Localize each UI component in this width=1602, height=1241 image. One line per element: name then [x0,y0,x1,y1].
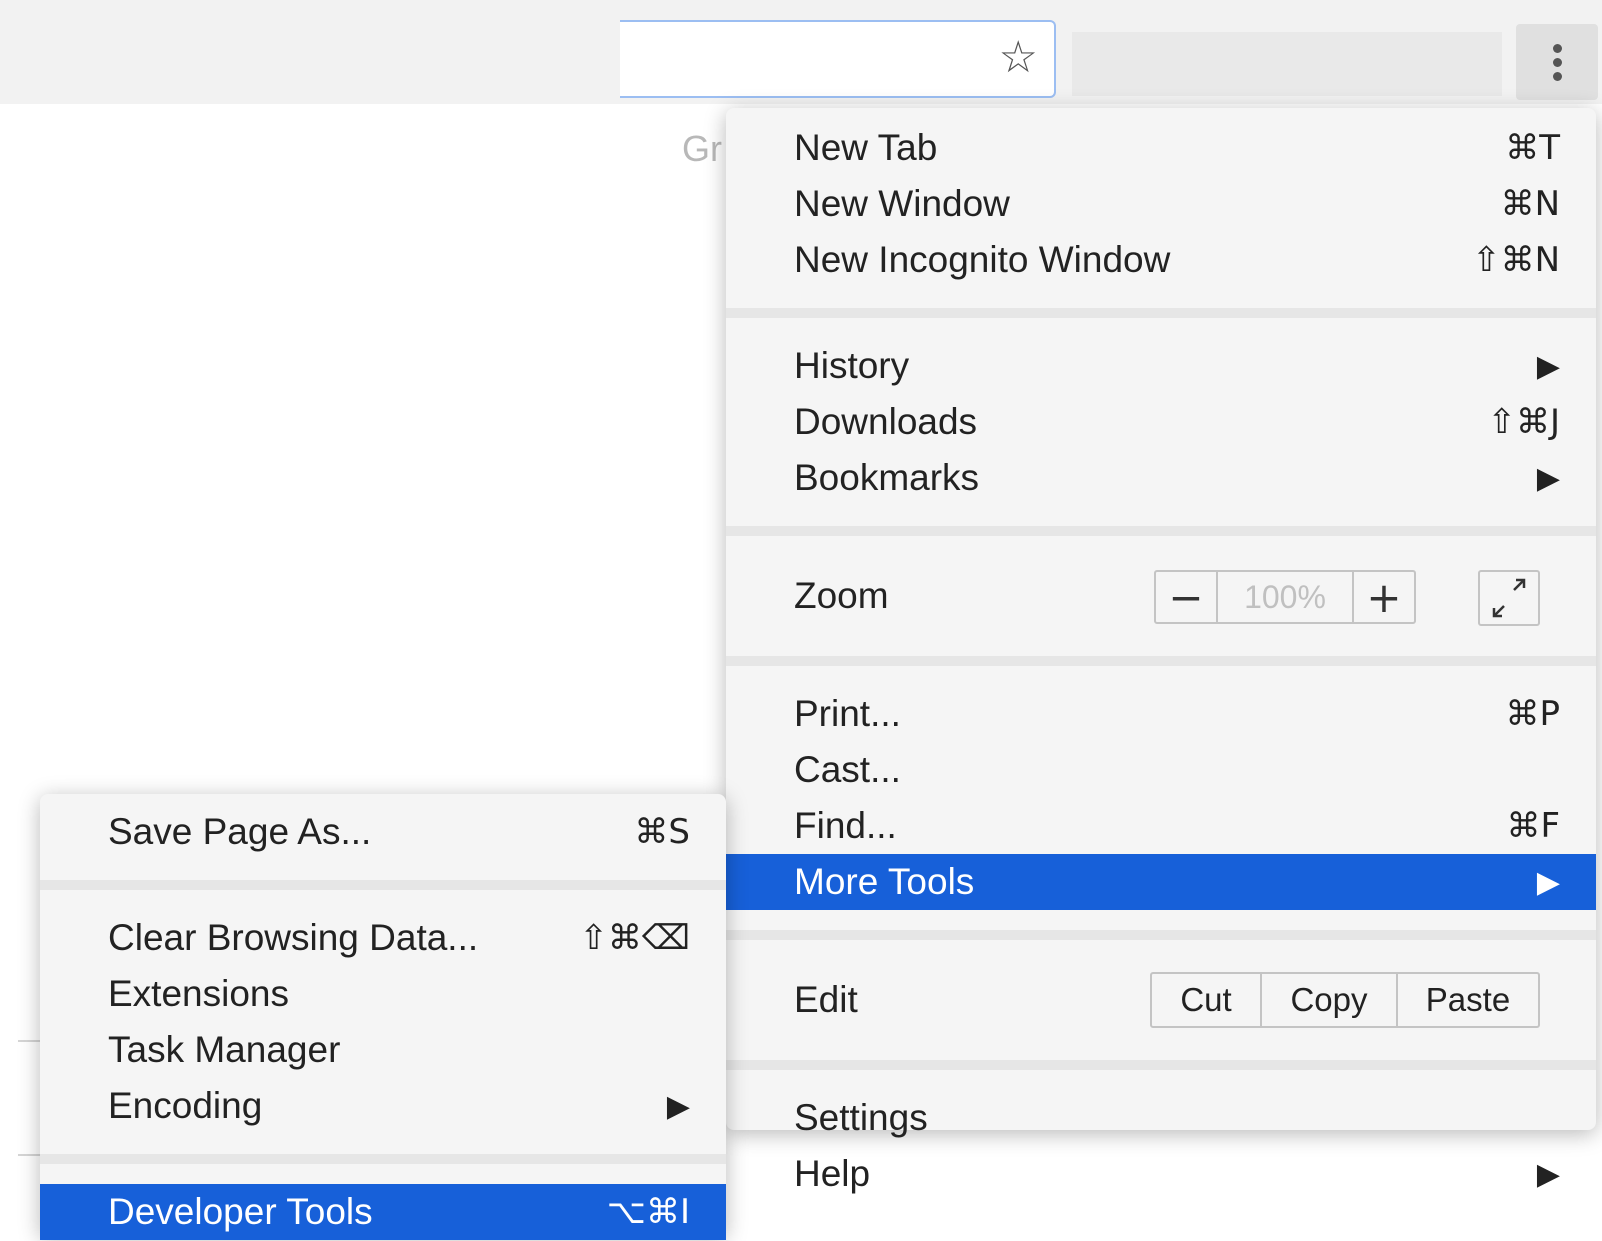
menu-item-label: Bookmarks [794,457,980,498]
menu-item-label: Extensions [108,973,289,1014]
menu-item-label: Print... [794,693,901,734]
divider [18,1154,42,1156]
menu-item-downloads[interactable]: Downloads ⇧⌘J [726,394,1596,450]
menu-dot-icon [1552,43,1562,53]
menu-separator [726,930,1596,940]
submenu-arrow-icon: ▶ [666,1088,690,1124]
menu-item-label: Developer Tools [108,1191,373,1232]
menu-separator [726,308,1596,318]
menu-dot-icon [1552,57,1562,67]
menu-item-label: New Incognito Window [794,239,1171,280]
menu-item-new-incognito-window[interactable]: New Incognito Window ⇧⌘N [726,232,1596,288]
submenu-arrow-icon: ▶ [1536,460,1560,496]
menu-item-developer-tools[interactable]: Developer Tools ⌥⌘I [40,1184,726,1240]
menu-item-more-tools[interactable]: More Tools ▶ [726,854,1596,910]
menu-item-shortcut: ⌘T [1505,128,1560,168]
submenu-arrow-icon: ▶ [1536,348,1560,384]
menu-item-history[interactable]: History ▶ [726,338,1596,394]
menu-separator [726,526,1596,536]
menu-item-extensions[interactable]: Extensions [40,966,726,1022]
menu-item-shortcut: ⇧⌘N [1472,240,1560,280]
menu-item-task-manager[interactable]: Task Manager [40,1022,726,1078]
paste-button[interactable]: Paste [1396,974,1538,1026]
bookmark-star-icon[interactable]: ☆ [999,36,1038,80]
menu-item-new-tab[interactable]: New Tab ⌘T [726,120,1596,176]
menu-item-shortcut: ⌘F [1506,806,1560,846]
menu-separator [40,880,726,890]
menu-item-shortcut: ⌘S [634,812,690,852]
menu-separator [40,1154,726,1164]
menu-item-label: Task Manager [108,1029,341,1070]
menu-item-encoding[interactable]: Encoding ▶ [40,1078,726,1134]
menu-item-find[interactable]: Find... ⌘F [726,798,1596,854]
fullscreen-button[interactable] [1478,570,1540,626]
menu-item-help[interactable]: Help ▶ [726,1146,1596,1202]
menu-item-label: Clear Browsing Data... [108,917,479,958]
menu-item-cast[interactable]: Cast... [726,742,1596,798]
menu-item-shortcut: ⌘P [1505,694,1560,734]
menu-item-label: Settings [794,1097,928,1138]
zoom-level: 100% [1216,572,1354,622]
menu-item-settings[interactable]: Settings [726,1090,1596,1146]
menu-item-zoom: Zoom − 100% + [726,556,1596,636]
menu-dot-icon [1552,71,1562,81]
menu-item-save-page-as[interactable]: Save Page As... ⌘S [40,804,726,860]
zoom-out-button[interactable]: − [1156,572,1216,622]
fullscreen-icon [1492,578,1526,618]
menu-item-label: Help [794,1153,871,1194]
browser-toolbar: ☆ [0,0,1602,104]
menu-item-label: Cast... [794,749,901,790]
menu-item-label: New Window [794,183,1010,224]
extension-area [1072,32,1502,96]
cut-button[interactable]: Cut [1152,974,1260,1026]
menu-item-shortcut: ⌥⌘I [606,1192,690,1232]
menu-separator [726,1060,1596,1070]
menu-item-label: Downloads [794,401,978,442]
bookmark-bar-item[interactable]: Gr [682,128,722,170]
menu-item-shortcut: ⇧⌘J [1487,402,1560,442]
menu-item-new-window[interactable]: New Window ⌘N [726,176,1596,232]
menu-item-clear-browsing-data[interactable]: Clear Browsing Data... ⇧⌘⌫ [40,910,726,966]
menu-item-label: More Tools [794,861,975,902]
chrome-main-menu: New Tab ⌘T New Window ⌘N New Incognito W… [726,108,1596,1194]
more-tools-submenu: Save Page As... ⌘S Clear Browsing Data..… [40,794,726,1240]
menu-item-label: Encoding [108,1085,263,1126]
menu-item-label: Find... [794,805,897,846]
divider [18,1040,42,1042]
chrome-menu-button[interactable] [1516,24,1598,100]
menu-item-bookmarks[interactable]: Bookmarks ▶ [726,450,1596,506]
menu-item-label: Save Page As... [108,811,372,852]
menu-item-shortcut: ⇧⌘⌫ [579,918,690,958]
zoom-control: − 100% + [1154,570,1416,624]
menu-item-print[interactable]: Print... ⌘P [726,686,1596,742]
menu-item-edit: Edit Cut Copy Paste [726,960,1596,1040]
menu-separator [726,656,1596,666]
menu-item-label: New Tab [794,127,938,168]
submenu-arrow-icon: ▶ [1536,1156,1560,1192]
menu-item-shortcut: ⌘N [1500,184,1560,224]
copy-button[interactable]: Copy [1260,974,1396,1026]
edit-controls: Cut Copy Paste [1150,972,1540,1028]
omnibox[interactable]: ☆ [620,20,1056,98]
zoom-in-button[interactable]: + [1354,572,1414,622]
submenu-arrow-icon: ▶ [1536,864,1560,900]
menu-item-label: History [794,345,910,386]
